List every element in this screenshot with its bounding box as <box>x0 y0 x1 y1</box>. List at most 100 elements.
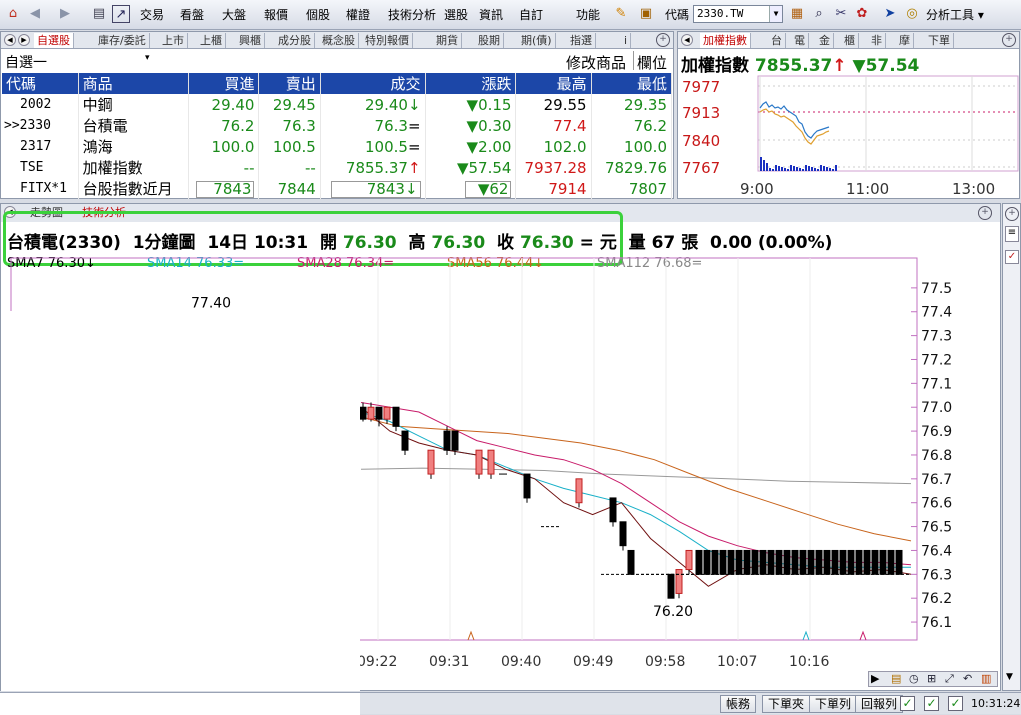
menu-10[interactable]: 功能 <box>576 6 600 23</box>
tab-prev-icon[interactable]: ◀ <box>4 34 16 46</box>
chart-type-icon[interactable]: ▤ <box>891 672 901 685</box>
note-icon[interactable]: ▣ <box>637 5 655 23</box>
column-header[interactable]: 商品 <box>78 73 189 94</box>
code-input[interactable]: 2330.TW ▼ <box>693 5 783 23</box>
tab-5[interactable]: 成分股 <box>275 33 315 48</box>
row-change: ▼2.00 <box>425 136 517 157</box>
zoom-icon[interactable]: + <box>1005 207 1019 221</box>
fit-icon[interactable]: ⊞ <box>927 672 936 685</box>
menu-5[interactable]: 權證 <box>346 6 370 23</box>
menu-0[interactable]: 交易 <box>140 6 164 23</box>
menu-9[interactable]: 自訂 <box>519 6 543 23</box>
index-tab-1[interactable]: 台 <box>768 33 786 48</box>
zoom-icon[interactable]: + <box>978 206 992 220</box>
edit-items-button[interactable]: 修改商品 <box>566 52 626 73</box>
x-tick-label: 10:16 <box>789 654 829 670</box>
menu-1[interactable]: 看盤 <box>180 6 204 23</box>
checkbox-3[interactable]: ✓ <box>948 696 963 711</box>
tab-4[interactable]: 興櫃 <box>236 33 265 48</box>
change-value: 0.00 (0.00%) <box>710 233 833 253</box>
down-triangle-icon: ▼ <box>466 116 479 135</box>
table-row[interactable]: >>2330 台積電 76.2 76.3 76.3= ▼0.30 77.4 76.2 <box>2 115 673 136</box>
row-last: 76.3= <box>320 115 426 136</box>
menu-7[interactable]: 選股 <box>444 6 468 23</box>
home-icon[interactable]: ⌂ <box>4 5 22 23</box>
candle-body <box>767 549 775 575</box>
tool-icon[interactable]: ✂ <box>832 5 850 23</box>
tab-1[interactable]: 庫存/委託 <box>95 33 150 48</box>
menu-8[interactable]: 資訊 <box>479 6 503 23</box>
status-blank <box>0 693 360 715</box>
tab-7[interactable]: 特別報價 <box>362 33 413 48</box>
order-bar-button[interactable]: 下單列 <box>809 695 858 713</box>
order-folder-button[interactable]: 下單夾 <box>762 695 811 713</box>
tab-12[interactable]: i <box>621 33 632 48</box>
settings-tab-icon[interactable]: ≡ <box>1005 226 1019 242</box>
fields-button[interactable]: 欄位 <box>637 52 667 73</box>
tab-8[interactable]: 期貨 <box>433 33 462 48</box>
tab-6[interactable]: 概念股 <box>319 33 359 48</box>
column-header[interactable]: 最低 <box>591 73 673 94</box>
tab-2[interactable]: 上市 <box>159 33 188 48</box>
account-button[interactable]: 帳務 <box>720 695 757 713</box>
report-bar-button[interactable]: 回報列 <box>855 695 904 713</box>
menu-6[interactable]: 技術分析 <box>388 6 436 23</box>
candle-body <box>401 430 409 451</box>
scroll-right-icon[interactable]: ▶ <box>871 672 879 685</box>
forward-icon[interactable]: ▶ <box>56 5 74 23</box>
cursor-icon[interactable]: ➤ <box>881 5 899 23</box>
index-tab-4[interactable]: 櫃 <box>841 33 859 48</box>
checkbox-2[interactable]: ✓ <box>924 696 939 711</box>
watchlist-name[interactable]: 自選一 <box>5 52 47 72</box>
checkbox-1[interactable]: ✓ <box>900 696 915 711</box>
search-icon[interactable]: ⌕ <box>810 5 828 23</box>
index-tab-6[interactable]: 摩 <box>896 33 914 48</box>
index-tab-0[interactable]: 加權指數 <box>700 33 751 48</box>
print-icon[interactable]: ▤ <box>90 5 108 23</box>
open-window-icon[interactable]: ↗ <box>112 5 130 23</box>
index-tab-7[interactable]: 下單 <box>925 33 954 48</box>
alert-icon[interactable]: ✿ <box>853 5 871 23</box>
column-header[interactable]: 最高 <box>515 73 592 94</box>
tab-3[interactable]: 上櫃 <box>197 33 226 48</box>
analysis-tools-menu[interactable]: 分析工具 ▾ <box>926 6 984 23</box>
table-row[interactable]: 2317 鴻海 100.0 100.5 100.5= ▼2.00 102.0 100.0 <box>2 136 673 157</box>
zoom-icon[interactable]: + <box>1002 33 1016 47</box>
menu-3[interactable]: 報價 <box>264 6 288 23</box>
menu-2[interactable]: 大盤 <box>222 6 246 23</box>
tab-next-icon[interactable]: ▶ <box>18 34 30 46</box>
analysis-icon[interactable]: ◎ <box>903 5 921 23</box>
table-row[interactable]: FITX*1 台股指數近月 7843 7844 7843↓ ▼62 7914 7807 <box>2 178 673 199</box>
column-header[interactable]: 買進 <box>188 73 260 94</box>
index-tab-5[interactable]: 非 <box>868 33 886 48</box>
table-row[interactable]: 2002 中鋼 29.40 29.45 29.40↓ ▼0.15 29.55 29.35 <box>2 94 673 115</box>
clock-icon[interactable]: ◷ <box>909 672 919 685</box>
expand-icon[interactable]: ⤢ <box>945 672 954 686</box>
menu-4[interactable]: 個股 <box>306 6 330 23</box>
chevron-down-icon[interactable]: ▾ <box>145 53 150 63</box>
tab-prev-icon[interactable]: ◀ <box>681 34 693 46</box>
tab-11[interactable]: 指選 <box>567 33 596 48</box>
chevron-down-icon[interactable]: ▼ <box>769 6 782 22</box>
zoom-icon[interactable]: + <box>656 33 670 47</box>
check-icon[interactable]: ✓ <box>1005 250 1019 264</box>
undo-icon[interactable]: ↶ <box>963 672 972 685</box>
column-header[interactable]: 成交 <box>320 73 426 94</box>
column-header[interactable]: 賣出 <box>258 73 321 94</box>
back-icon[interactable]: ◀ <box>26 5 44 23</box>
tab-10[interactable]: 期(債) <box>518 33 556 48</box>
tab-0[interactable]: 自選股 <box>34 33 74 48</box>
column-header[interactable]: 代碼 <box>2 73 79 94</box>
tab-9[interactable]: 股期 <box>475 33 504 48</box>
table-row[interactable]: TSE 加權指數 -- -- 7855.37↑ ▼57.54 7937.28 7829.76 <box>2 157 673 178</box>
quote-icon[interactable]: ▦ <box>788 5 806 23</box>
pen-icon[interactable]: ✎ <box>612 5 630 23</box>
column-header[interactable]: 漲跌 <box>425 73 517 94</box>
index-tab-2[interactable]: 電 <box>791 33 809 48</box>
index-tab-3[interactable]: 金 <box>816 33 834 48</box>
row-high: 7914 <box>515 178 592 199</box>
side-toolbar: + ≡ ✓ ▼ <box>1002 203 1021 691</box>
watchlist-panel: ◀ ▶ 自選股 庫存/委託 上市 上櫃 興櫃 成分股 概念股 特別報價 期貨 股期 期(債) 指選 i … <box>0 31 674 199</box>
scroll-down-icon[interactable]: ▼ <box>1006 672 1013 682</box>
indicator-icon[interactable]: ▥ <box>981 672 991 685</box>
